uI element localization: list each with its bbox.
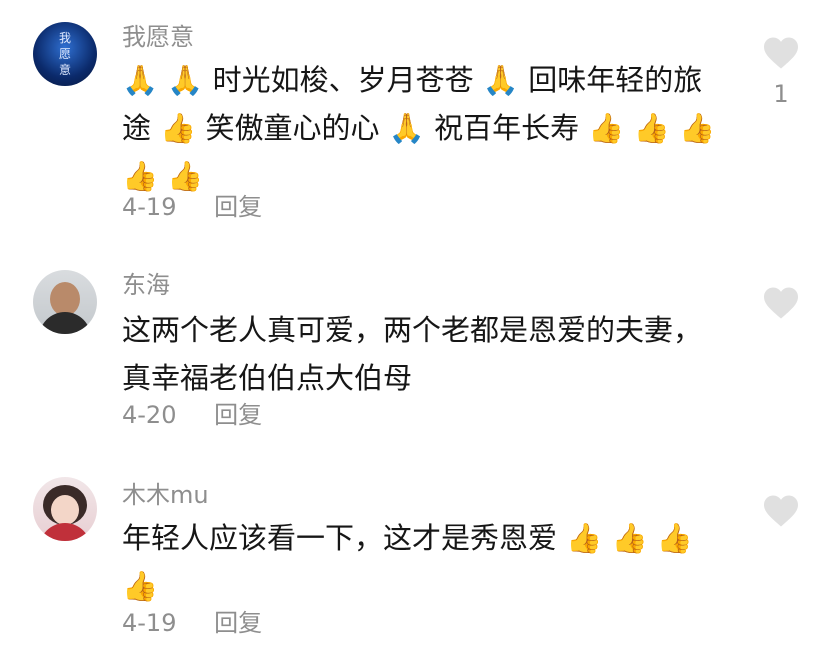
comment-meta: 4-19 回复 — [122, 608, 262, 638]
comment-meta: 4-19 回复 — [122, 192, 262, 222]
comment-date: 4-19 — [122, 193, 177, 221]
avatar[interactable]: 我愿意 — [33, 22, 97, 86]
comment-date: 4-19 — [122, 609, 177, 637]
reply-button[interactable]: 回复 — [214, 193, 262, 221]
comment-text: 🙏 🙏 时光如梭、岁月苍苍 🙏 回味年轻的旅途 👍 笑傲童心的心 🙏 祝百年长寿… — [122, 63, 716, 193]
avatar-face — [50, 282, 80, 316]
avatar-face — [51, 495, 79, 525]
comment-date: 4-20 — [122, 401, 177, 429]
avatar[interactable] — [33, 270, 97, 334]
heart-icon — [764, 495, 798, 527]
heart-icon — [764, 37, 798, 69]
avatar-body — [39, 312, 91, 334]
heart-icon — [764, 287, 798, 319]
reply-button[interactable]: 回复 — [214, 401, 262, 429]
username[interactable]: 木木mu — [122, 480, 209, 510]
comment-meta: 4-20 回复 — [122, 400, 262, 430]
comment-item: 东海 这两个老人真可爱，两个老都是恩爱的夫妻，真幸福老伯伯点大伯母 4-20 回… — [0, 250, 828, 440]
like-count: 1 — [773, 80, 789, 108]
reply-button[interactable]: 回复 — [214, 609, 262, 637]
like-button[interactable] — [761, 286, 801, 332]
like-button[interactable]: 1 — [761, 36, 801, 106]
username[interactable]: 东海 — [122, 270, 170, 300]
comment-item: 我愿意 我愿意 🙏 🙏 时光如梭、岁月苍苍 🙏 回味年轻的旅途 👍 笑傲童心的心… — [0, 0, 828, 230]
comment-text: 这两个老人真可爱，两个老都是恩爱的夫妻，真幸福老伯伯点大伯母 — [122, 313, 703, 395]
avatar-text: 我愿意 — [58, 31, 71, 77]
username[interactable]: 我愿意 — [122, 22, 194, 52]
avatar[interactable] — [33, 477, 97, 541]
like-button[interactable] — [761, 494, 801, 540]
comment-text: 年轻人应该看一下，这才是秀恩爱 👍 👍 👍 👍 — [122, 521, 693, 603]
avatar-body — [39, 523, 91, 541]
comment-item: 木木mu 年轻人应该看一下，这才是秀恩爱 👍 👍 👍 👍 4-19 回复 — [0, 462, 828, 666]
